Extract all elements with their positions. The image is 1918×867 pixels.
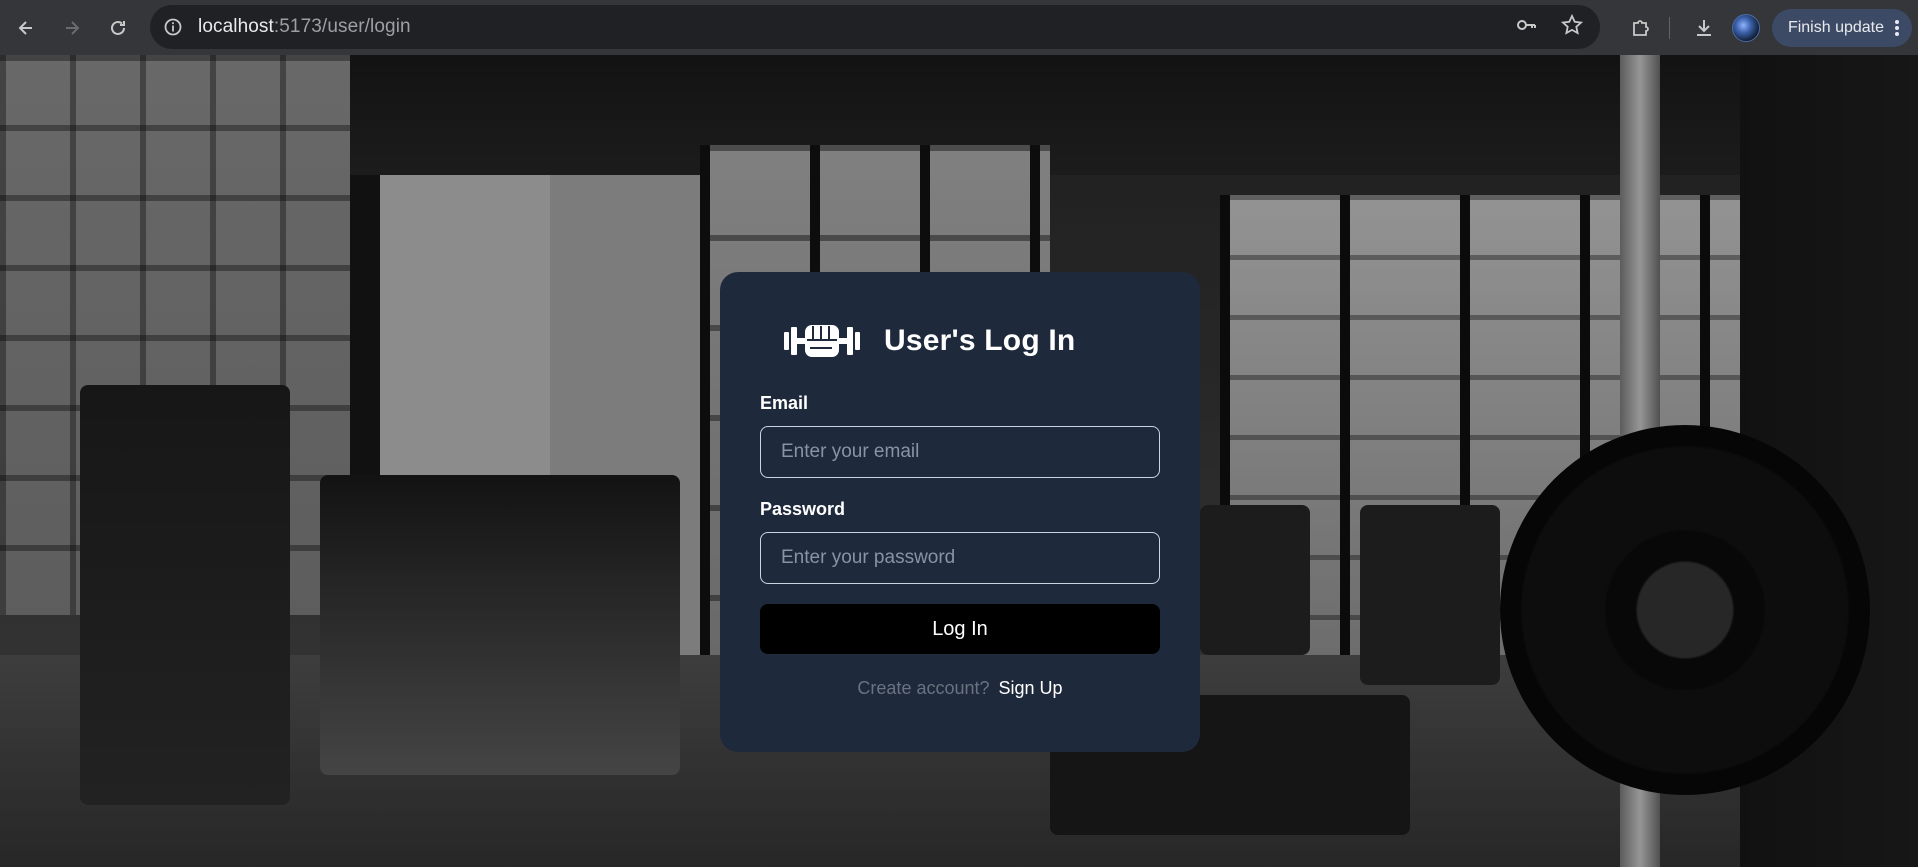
address-bar[interactable]: localhost:5173/user/login xyxy=(150,5,1600,49)
email-label: Email xyxy=(760,393,809,413)
back-button[interactable] xyxy=(6,8,46,48)
login-card: User's Log In Email Password Log In Crea… xyxy=(720,272,1200,752)
forward-button[interactable] xyxy=(52,8,92,48)
toolbar-divider xyxy=(1668,16,1670,39)
reload-icon xyxy=(111,20,125,35)
finish-update-button[interactable]: Finish update xyxy=(1771,8,1912,47)
browser-toolbar: localhost:5173/user/login Finish update xyxy=(0,0,1918,55)
fist-dumbbell-logo-icon xyxy=(784,325,860,357)
password-input[interactable] xyxy=(760,532,1160,584)
arrow-left-icon xyxy=(18,20,32,35)
url-path: :5173/user/login xyxy=(273,16,411,37)
profile-avatar[interactable] xyxy=(1731,13,1760,42)
password-label: Password xyxy=(760,499,846,519)
arrow-right-icon xyxy=(66,20,80,35)
url-text: localhost:5173/user/login xyxy=(198,16,411,38)
card-header: User's Log In xyxy=(782,318,1160,364)
download-icon xyxy=(1696,19,1711,36)
site-info-icon[interactable] xyxy=(162,16,184,38)
reload-button[interactable] xyxy=(98,8,138,48)
signup-link[interactable]: Sign Up xyxy=(999,678,1063,698)
more-vertical-icon xyxy=(1895,19,1899,36)
url-host: localhost xyxy=(198,16,274,37)
bookmark-star-icon[interactable] xyxy=(1560,13,1584,42)
puzzle-icon xyxy=(1633,19,1649,36)
email-input[interactable] xyxy=(760,426,1160,478)
card-title: User's Log In xyxy=(884,324,1076,357)
downloads-button[interactable] xyxy=(1684,8,1724,48)
password-key-icon[interactable] xyxy=(1514,13,1538,42)
extensions-button[interactable] xyxy=(1621,8,1661,48)
login-button[interactable]: Log In xyxy=(760,604,1160,654)
signup-prompt: Create account? xyxy=(857,678,990,698)
signup-row: Create account? Sign Up xyxy=(760,678,1160,699)
finish-update-label: Finish update xyxy=(1787,18,1884,36)
